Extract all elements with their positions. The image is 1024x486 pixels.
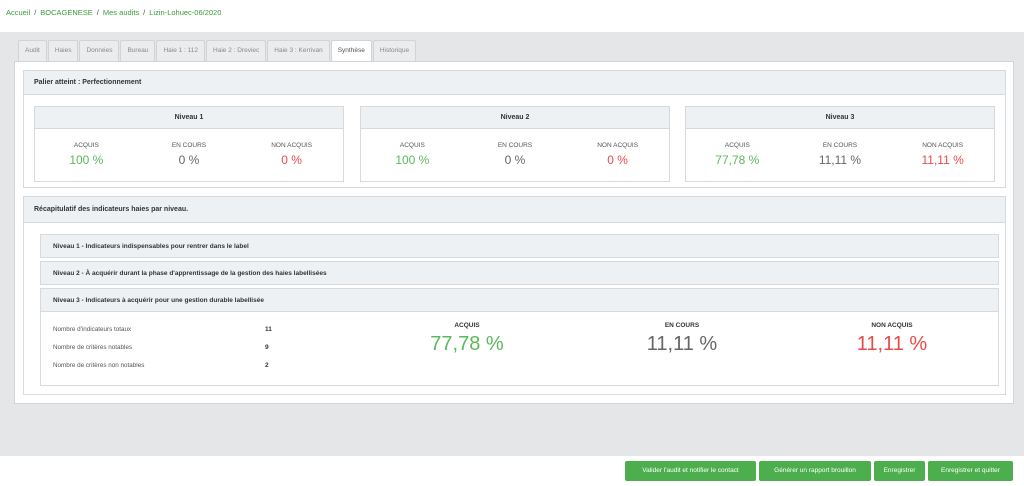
palier-title: Palier atteint : Perfectionnement: [24, 71, 1005, 95]
recap-section: Récapitulatif des indicateurs haies par …: [23, 196, 1006, 395]
non-acquis-label: NON ACQUIS: [597, 142, 639, 149]
breadcrumb-separator: /: [143, 8, 146, 17]
en-cours-label: EN COURS: [171, 142, 207, 149]
tab-donnees[interactable]: Données: [79, 40, 120, 62]
non-acquis-value: 0 %: [281, 153, 302, 167]
en-cours-value: 0 %: [504, 153, 526, 167]
en-cours-value: 0 %: [178, 153, 200, 167]
breadcrumb-organization[interactable]: BOCAGENESE: [40, 8, 93, 17]
niveau-2-non-acquis: NON ACQUIS 0 %: [567, 142, 669, 167]
tab-audit[interactable]: Audit: [18, 40, 47, 62]
non-acquis-value: 11,11 %: [921, 153, 964, 167]
breadcrumb-separator: /: [34, 8, 37, 17]
action-bar: Valider l'audit et notifier le contact G…: [0, 456, 1024, 486]
stat-label-total: Nombre d'indicateurs totaux: [53, 326, 132, 333]
acquis-label: ACQUIS: [724, 142, 750, 149]
niveau-1-non-acquis: NON ACQUIS 0 %: [241, 142, 343, 167]
synthese-panel: Palier atteint : Perfectionnement Niveau…: [14, 61, 1014, 404]
niveau-1-title: Niveau 1: [35, 107, 343, 129]
big-acquis-label: ACQUIS: [454, 322, 480, 329]
tab-haie-2[interactable]: Haie 2 : Dreviec: [206, 40, 267, 62]
big-en-cours: EN COURS 11,11 %: [582, 322, 782, 356]
validate-audit-button[interactable]: Valider l'audit et notifier le contact: [625, 461, 756, 481]
tab-haie-1[interactable]: Haie 1 : 112: [156, 40, 206, 62]
en-cours-label: EN COURS: [497, 142, 533, 149]
generate-draft-report-button[interactable]: Générer un rapport brouillon: [759, 461, 871, 481]
tab-synthese[interactable]: Synthèse: [330, 40, 372, 63]
stat-value-total: 11: [265, 326, 272, 333]
acquis-value: 77,78 %: [715, 153, 760, 167]
save-button[interactable]: Enregistrer: [874, 461, 925, 481]
niveau-1-en-cours: EN COURS 0 %: [138, 142, 240, 167]
breadcrumb: Accueil / BOCAGENESE / Mes audits / Lizin-Lohu…: [6, 8, 221, 17]
breadcrumb-separator: /: [96, 8, 99, 17]
niveau-2-card: Niveau 2 ACQUIS 100 % EN COURS 0 % NON A…: [360, 106, 670, 182]
tab-bureau[interactable]: Bureau: [120, 40, 156, 62]
niveau-1-acquis: ACQUIS 100 %: [36, 142, 138, 167]
tab-historique[interactable]: Historique: [372, 40, 417, 62]
breadcrumb-home[interactable]: Accueil: [6, 8, 30, 17]
niveau-2-title: Niveau 2: [361, 107, 669, 129]
save-and-quit-button[interactable]: Enregistrer et quitter: [928, 461, 1013, 481]
stat-value-non-notables: 2: [265, 362, 269, 369]
niveau-3-card: Niveau 3 ACQUIS 77,78 % EN COURS 11,11 %…: [685, 106, 995, 182]
acquis-value: 100 %: [69, 153, 104, 167]
accordion-niveau-3[interactable]: Niveau 3 - Indicateurs à acquérir pour u…: [40, 288, 999, 312]
en-cours-value: 11,11 %: [818, 153, 862, 167]
acquis-label: ACQUIS: [73, 142, 99, 149]
accordion-niveau-2[interactable]: Niveau 2 - À acquérir durant la phase d'…: [40, 261, 999, 285]
palier-section: Palier atteint : Perfectionnement Niveau…: [23, 70, 1006, 188]
niveau-3-title: Niveau 3: [686, 107, 994, 129]
non-acquis-value: 0 %: [607, 153, 628, 167]
big-en-cours-value: 11,11 %: [646, 333, 718, 355]
big-non-acquis-label: NON ACQUIS: [871, 322, 913, 329]
big-acquis-value: 77,78 %: [430, 333, 504, 355]
niveau-3-details: Nombre d'indicateurs totaux 11 Nombre de…: [40, 312, 999, 386]
big-acquis: ACQUIS 77,78 %: [367, 322, 567, 356]
big-non-acquis: NON ACQUIS 11,11 %: [792, 322, 992, 356]
accordion-niveau-1[interactable]: Niveau 1 - Indicateurs indispensables po…: [40, 234, 999, 258]
niveau-2-acquis: ACQUIS 100 %: [362, 142, 464, 167]
tab-haie-3[interactable]: Haie 3 : Kerrivan: [267, 40, 330, 62]
big-en-cours-label: EN COURS: [664, 322, 700, 329]
breadcrumb-my-audits[interactable]: Mes audits: [103, 8, 139, 17]
non-acquis-label: NON ACQUIS: [271, 142, 313, 149]
niveau-3-acquis: ACQUIS 77,78 %: [687, 142, 789, 167]
big-non-acquis-value: 11,11 %: [856, 333, 928, 355]
stat-label-non-notables: Nombre de critères non notables: [53, 362, 145, 369]
stat-label-notables: Nombre de critères notables: [53, 344, 133, 351]
stat-value-notables: 9: [265, 344, 269, 351]
niveau-3-en-cours: EN COURS 11,11 %: [789, 142, 891, 167]
non-acquis-label: NON ACQUIS: [922, 142, 964, 149]
recap-title: Récapitulatif des indicateurs haies par …: [24, 197, 1005, 223]
niveau-1-card: Niveau 1 ACQUIS 100 % EN COURS 0 % NON A…: [34, 106, 344, 182]
en-cours-label: EN COURS: [822, 142, 858, 149]
tab-haies[interactable]: Haies: [47, 40, 79, 62]
breadcrumb-current-audit[interactable]: Lizin-Lohuec-06/2020: [149, 8, 221, 17]
niveau-2-en-cours: EN COURS 0 %: [464, 142, 566, 167]
tab-bar: Audit Haies Données Bureau Haie 1 : 112 …: [18, 40, 417, 63]
niveau-3-non-acquis: NON ACQUIS 11,11 %: [892, 142, 994, 167]
acquis-label: ACQUIS: [399, 142, 425, 149]
acquis-value: 100 %: [395, 153, 430, 167]
